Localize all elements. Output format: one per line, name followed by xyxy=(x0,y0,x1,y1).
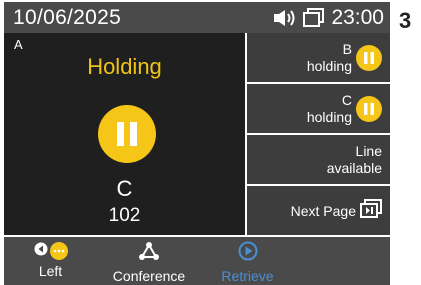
softkey-label: Left xyxy=(38,263,63,279)
left-icons xyxy=(34,241,68,261)
date-label: 10/06/2025 xyxy=(13,6,122,29)
status-right: 23:00 xyxy=(273,6,384,30)
softkey-left[interactable]: Left xyxy=(4,237,97,285)
next-page-label: Next Page xyxy=(290,202,356,219)
softkey-label: Conference xyxy=(112,268,186,284)
call-state: Holding xyxy=(87,54,162,79)
softkey-bar: Left Conference Retrieve xyxy=(4,237,390,285)
line-key-text: C holding xyxy=(307,92,352,126)
softkey-retrieve[interactable]: Retrieve xyxy=(201,237,294,285)
play-icon xyxy=(237,241,259,266)
speaker-icon xyxy=(273,9,297,27)
caller-name: C xyxy=(116,176,133,201)
held-call-icon xyxy=(49,242,68,260)
softkey-label: Retrieve xyxy=(221,268,274,284)
next-page-icon xyxy=(360,199,382,222)
active-call-panel[interactable]: A Holding C 102 xyxy=(4,33,245,235)
hold-pause-icon xyxy=(356,95,382,122)
screen-mirror-icon xyxy=(303,8,325,28)
status-bar: 10/06/2025 23:00 xyxy=(4,2,390,33)
line-keys: B holding C holding Line available Next … xyxy=(247,33,390,235)
line-key-status: holding xyxy=(306,108,352,125)
line-key-status: available xyxy=(326,159,382,176)
next-page: Next Page xyxy=(291,199,382,222)
line-key-name: Line xyxy=(355,142,382,159)
conference-icon xyxy=(138,241,160,266)
arrow-left-icon xyxy=(34,242,48,261)
line-key-c[interactable]: C holding xyxy=(247,84,390,133)
page-number: 3 xyxy=(399,8,412,33)
softkey-conference[interactable]: Conference xyxy=(97,237,201,285)
phone-screen: 10/06/2025 23:00 A Holding C 102 B holdi… xyxy=(0,0,390,285)
line-id: A xyxy=(14,37,23,52)
line-key-b[interactable]: B holding xyxy=(247,33,390,82)
next-page-key[interactable]: Next Page xyxy=(247,186,390,235)
time-label: 23:00 xyxy=(331,6,384,29)
line-key-text: Line available xyxy=(327,143,382,177)
caller-number: 102 xyxy=(108,205,141,226)
hold-pause-icon xyxy=(356,44,382,71)
line-key-available[interactable]: Line available xyxy=(247,135,390,184)
line-key-status: holding xyxy=(306,57,352,74)
line-key-name: B xyxy=(342,40,352,57)
line-key-name: C xyxy=(341,91,352,108)
hold-pause-icon xyxy=(98,105,156,163)
line-key-text: B holding xyxy=(307,41,352,75)
